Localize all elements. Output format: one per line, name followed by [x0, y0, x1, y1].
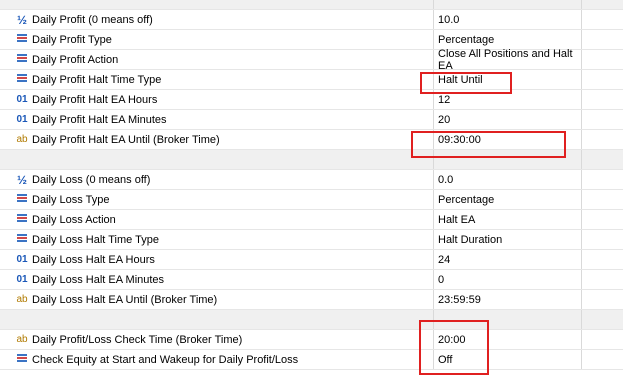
param-name: Daily Profit Halt Time Type — [32, 73, 162, 86]
param-name: Daily Loss (0 means off) — [32, 173, 151, 186]
param-row[interactable]: ½ Daily Loss (0 means off) 0.0 — [0, 170, 623, 190]
param-row[interactable]: ½ Daily Profit (0 means off) 10.0 — [0, 10, 623, 30]
param-row[interactable]: Check Equity at Start and Wakeup for Dai… — [0, 350, 623, 370]
param-name-cell: Daily Loss Halt Time Type — [0, 230, 434, 249]
param-name-cell: ab Daily Profit Halt EA Until (Broker Ti… — [0, 130, 434, 149]
param-row[interactable]: Daily Loss Action Halt EA — [0, 210, 623, 230]
param-name: Daily Loss Type — [32, 193, 110, 206]
param-name-cell: Daily Profit Halt Time Type — [0, 70, 434, 89]
list-icon — [14, 213, 30, 226]
param-name: Daily Profit Action — [32, 53, 119, 66]
param-row[interactable]: 01 Daily Loss Halt EA Hours 24 — [0, 250, 623, 270]
list-icon — [14, 53, 30, 66]
integer-icon: 01 — [16, 114, 28, 125]
integer-icon: 01 — [16, 254, 28, 265]
param-value[interactable]: 0.0 — [434, 170, 582, 189]
string-icon: ab — [16, 334, 28, 345]
parameters-grid: ½ Daily Profit (0 means off) 10.0 Daily … — [0, 0, 623, 370]
list-icon — [14, 73, 30, 86]
highlight-box-halt-time-type — [420, 72, 512, 94]
integer-icon: 01 — [16, 274, 28, 285]
param-name-cell: Daily Loss Action — [0, 210, 434, 229]
param-name: Daily Loss Halt EA Minutes — [32, 273, 165, 286]
param-value[interactable]: Halt EA — [434, 210, 582, 229]
param-name-cell: Daily Loss Type — [0, 190, 434, 209]
param-name-cell: 01 Daily Loss Halt EA Minutes — [0, 270, 434, 289]
param-name-cell: 01 Daily Loss Halt EA Hours — [0, 250, 434, 269]
param-name: Daily Loss Halt Time Type — [32, 233, 159, 246]
param-name-cell: Check Equity at Start and Wakeup for Dai… — [0, 350, 434, 369]
param-name: Daily Profit Type — [32, 33, 112, 46]
param-value[interactable]: 10.0 — [434, 10, 582, 29]
param-value[interactable]: Percentage — [434, 30, 582, 49]
param-name-cell: ½ Daily Profit (0 means off) — [0, 10, 434, 29]
highlight-box-halt-until-time — [411, 131, 566, 158]
param-row[interactable]: 01 Daily Profit Halt EA Minutes 20 — [0, 110, 623, 130]
param-value[interactable]: Halt Duration — [434, 230, 582, 249]
param-value[interactable]: Percentage — [434, 190, 582, 209]
param-name-cell: ½ Daily Loss (0 means off) — [0, 170, 434, 189]
list-icon — [14, 193, 30, 206]
param-name-cell: ab Daily Profit/Loss Check Time (Broker … — [0, 330, 434, 349]
param-name-cell: ab Daily Loss Halt EA Until (Broker Time… — [0, 290, 434, 309]
param-value[interactable]: Close All Positions and Halt EA — [434, 48, 582, 72]
list-icon — [14, 233, 30, 246]
param-row[interactable]: Daily Profit Halt Time Type Halt Until — [0, 70, 623, 90]
param-name-cell: Daily Profit Action — [0, 50, 434, 69]
string-icon: ab — [16, 134, 28, 145]
string-icon: ab — [16, 294, 28, 305]
highlight-box-check-time — [419, 320, 489, 375]
param-name: Daily Loss Action — [32, 213, 116, 226]
param-name: Daily Profit Halt EA Until (Broker Time) — [32, 133, 220, 146]
param-name: Daily Profit Halt EA Hours — [32, 93, 158, 106]
list-icon — [14, 33, 30, 46]
param-row[interactable]: Daily Loss Halt Time Type Halt Duration — [0, 230, 623, 250]
param-value[interactable]: 24 — [434, 250, 582, 269]
param-row[interactable]: ab Daily Loss Halt EA Until (Broker Time… — [0, 290, 623, 310]
param-name-cell: 01 Daily Profit Halt EA Minutes — [0, 110, 434, 129]
param-row[interactable]: 01 Daily Profit Halt EA Hours 12 — [0, 90, 623, 110]
list-icon — [14, 353, 30, 366]
param-name: Daily Profit Halt EA Minutes — [32, 113, 167, 126]
param-name: Check Equity at Start and Wakeup for Dai… — [32, 353, 299, 366]
fraction-icon: ½ — [16, 12, 27, 27]
param-name: Daily Loss Halt EA Hours — [32, 253, 155, 266]
param-row[interactable]: Daily Loss Type Percentage — [0, 190, 623, 210]
fraction-icon: ½ — [16, 172, 27, 187]
param-value[interactable]: 0 — [434, 270, 582, 289]
param-name: Daily Loss Halt EA Until (Broker Time) — [32, 293, 218, 306]
separator-row — [0, 310, 623, 330]
param-value[interactable]: 23:59:59 — [434, 290, 582, 309]
param-row[interactable]: ab Daily Profit/Loss Check Time (Broker … — [0, 330, 623, 350]
param-row[interactable]: 01 Daily Loss Halt EA Minutes 0 — [0, 270, 623, 290]
param-name-cell: 01 Daily Profit Halt EA Hours — [0, 90, 434, 109]
param-name: Daily Profit/Loss Check Time (Broker Tim… — [32, 333, 243, 346]
param-row[interactable]: Daily Profit Action Close All Positions … — [0, 48, 623, 72]
param-value[interactable]: 20 — [434, 110, 582, 129]
param-name-cell: Daily Profit Type — [0, 30, 434, 49]
separator-row — [0, 0, 623, 10]
integer-icon: 01 — [16, 94, 28, 105]
param-name: Daily Profit (0 means off) — [32, 13, 153, 26]
